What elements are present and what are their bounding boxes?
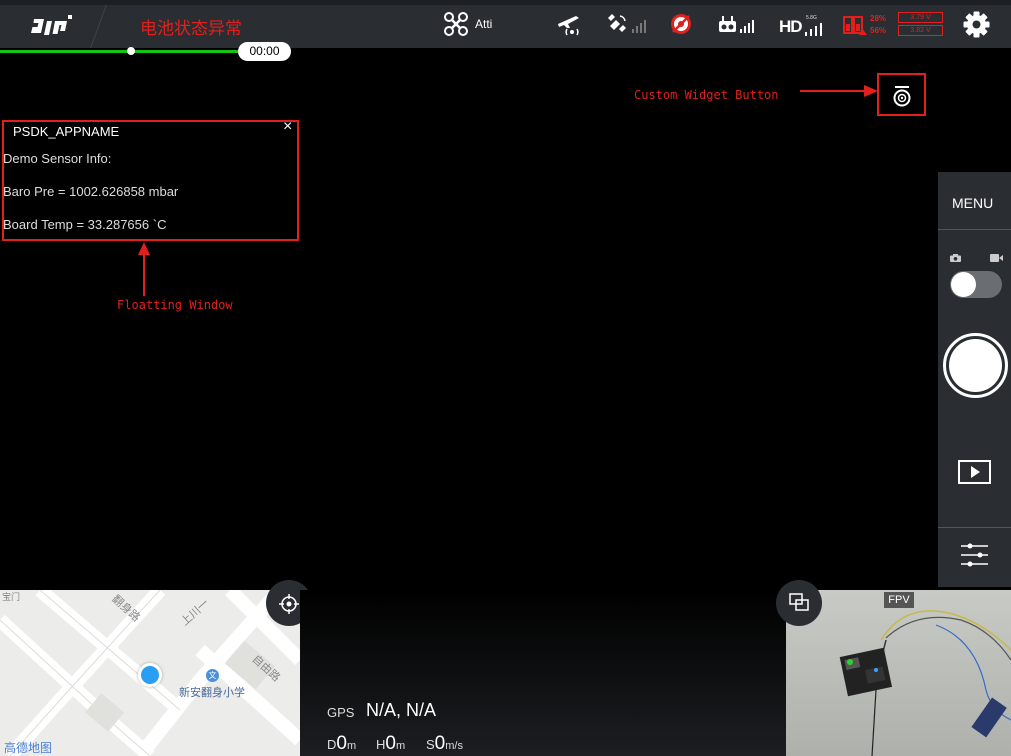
floating-window-annotation: Floatting Window — [117, 298, 233, 312]
hd-label: HD — [779, 17, 803, 36]
takeoff-signal-icon[interactable] — [556, 12, 582, 38]
aircraft-mode-icon[interactable] — [443, 11, 469, 37]
battery-voltage-2: 3.82 V — [898, 25, 943, 36]
camera-icon — [950, 254, 961, 262]
distance-label: D — [327, 737, 337, 752]
battery-percent-2: 56% — [870, 26, 887, 35]
photo-video-toggle-knob[interactable] — [951, 272, 976, 297]
shutter-button-core[interactable] — [949, 339, 1002, 392]
playback-progress-bar[interactable] — [0, 50, 244, 53]
floating-window-title: PSDK_APPNAME — [13, 124, 120, 139]
telemetry-panel — [300, 590, 786, 756]
custom-widget-annotation: Custom Widget Button — [634, 88, 779, 102]
obstacle-avoid-icon[interactable] — [669, 12, 693, 36]
playback-time: 00:00 — [238, 42, 291, 61]
battery-percent-1: 28% — [870, 14, 887, 23]
speed-value: 0 — [434, 733, 446, 754]
height-readout: H0m — [376, 733, 405, 755]
flight-mode-label: Atti — [475, 17, 493, 31]
gps-value: N/A, N/A — [366, 700, 437, 720]
playback-icon[interactable] — [958, 460, 991, 484]
distance-unit: m — [346, 740, 357, 752]
fpv-video-preview[interactable] — [786, 590, 1011, 756]
close-icon[interactable]: × — [283, 118, 292, 136]
floating-window-arrow-icon — [138, 242, 150, 296]
floating-window-line: Board Temp = 33.287656 `C — [3, 217, 167, 232]
gps-label: GPS — [327, 705, 355, 720]
playback-progress-knob[interactable] — [127, 47, 135, 55]
gear-icon[interactable] — [963, 11, 990, 38]
height-label: H — [376, 737, 386, 752]
speed-readout: S0m/s — [426, 733, 463, 755]
swap-view-icon[interactable] — [789, 593, 809, 611]
hd-signal-icon[interactable] — [803, 20, 825, 36]
school-icon: 文 — [206, 669, 219, 682]
camera-settings-sliders-icon[interactable] — [960, 541, 989, 570]
custom-widget-arrow-icon — [800, 85, 878, 97]
map-brand-logo: 高德地图 — [4, 741, 53, 755]
floating-window-line: Demo Sensor Info: — [3, 151, 112, 166]
video-icon — [990, 254, 1003, 262]
locate-crosshair-icon[interactable] — [279, 594, 299, 614]
dji-logo[interactable] — [30, 13, 72, 37]
speed-label: S — [426, 737, 435, 752]
remote-controller-signal-icon[interactable] — [718, 12, 760, 36]
battery-warning-text: 电池状态异常 — [140, 19, 242, 39]
top-edge — [0, 0, 1011, 5]
height-value: 0 — [385, 733, 396, 754]
battery-warning-icon[interactable] — [843, 14, 867, 36]
map-road-label: 宝门 — [2, 593, 21, 603]
panel-divider — [938, 527, 1011, 528]
fpv-scene — [839, 610, 1011, 756]
speed-unit: m/s — [445, 740, 463, 752]
custom-widget-button[interactable] — [891, 85, 913, 107]
menu-button[interactable]: MENU — [952, 195, 993, 211]
panel-divider — [938, 229, 1011, 230]
aircraft-location-marker — [138, 663, 162, 687]
distance-readout: D0m — [327, 733, 356, 755]
gps-satellite-icon[interactable] — [606, 12, 648, 36]
floating-window-line: Baro Pre = 1002.626858 mbar — [3, 184, 179, 199]
map-poi-label: 新安翻身小学 — [179, 686, 245, 699]
fpv-tag: FPV — [884, 592, 914, 608]
distance-value: 0 — [336, 733, 347, 754]
height-unit: m — [395, 740, 406, 752]
battery-voltage-1: 3.79 V — [898, 12, 943, 23]
